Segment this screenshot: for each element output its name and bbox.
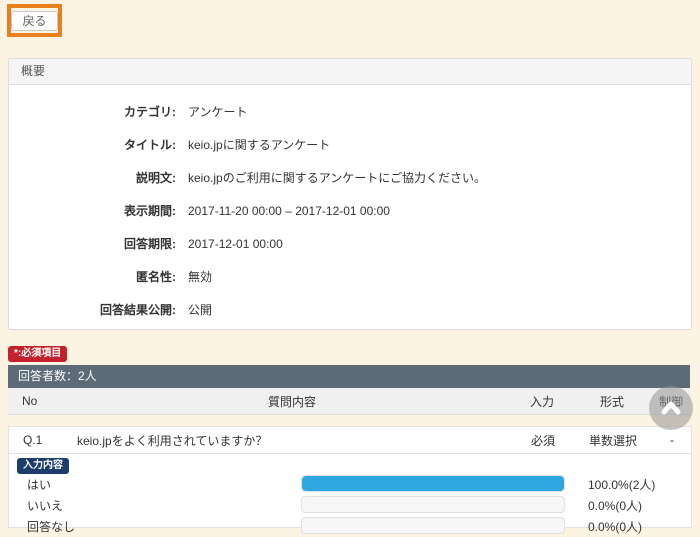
option-percent: 0.0%(0人): [588, 497, 642, 514]
result-bar-track: [301, 496, 565, 513]
overview-field-category: カテゴリ: アンケート: [9, 95, 691, 128]
result-bar-fill: [302, 476, 564, 491]
field-value: keio.jpのご利用に関するアンケートにご協力ください。: [188, 169, 486, 186]
question-text: keio.jpをよく利用されていますか？: [73, 432, 513, 449]
option-percent: 100.0%(2人): [588, 476, 655, 493]
field-label: カテゴリ:: [9, 103, 176, 120]
option-label: いいえ: [27, 497, 63, 514]
question-number: Q.1: [9, 433, 73, 447]
field-value: 公開: [188, 301, 212, 318]
overview-field-anonymity: 匿名性: 無効: [9, 260, 691, 293]
question-input-type: 必須: [513, 432, 573, 449]
overview-field-display-period: 表示期間: 2017-11-20 00:00 – 2017-12-01 00:0…: [9, 194, 691, 227]
question-table-header: No 質問内容 入力 形式 制御: [8, 388, 690, 415]
overview-field-result-publication: 回答結果公開: 公開: [9, 293, 691, 326]
respondents-count-bar: 回答者数：2人: [8, 365, 690, 388]
field-value: keio.jpに関するアンケート: [188, 136, 330, 153]
field-value: 無効: [188, 268, 212, 285]
overview-field-title: タイトル: keio.jpに関するアンケート: [9, 128, 691, 161]
result-row-no: いいえ 0.0%(0人): [9, 496, 691, 512]
field-label: 説明文:: [9, 169, 176, 186]
field-label: 表示期間:: [9, 202, 176, 219]
question-row: Q.1 keio.jpをよく利用されていますか？ 必須 単数選択 -: [9, 427, 691, 454]
header-input: 入力: [512, 393, 572, 410]
overview-panel-title: 概要: [9, 59, 691, 85]
field-value: アンケート: [188, 103, 248, 120]
result-bar-track: [301, 475, 565, 492]
header-question-content: 質問内容: [72, 393, 512, 410]
field-label: 匿名性:: [9, 268, 176, 285]
option-label: はい: [27, 476, 51, 493]
field-value: 2017-11-20 00:00 – 2017-12-01 00:00: [188, 204, 390, 218]
field-value: 2017-12-01 00:00: [188, 237, 283, 251]
question-format: 単数選択: [573, 432, 653, 449]
result-row-no-answer: 回答なし 0.0%(0人): [9, 517, 691, 533]
option-label: 回答なし: [27, 518, 75, 535]
required-legend-badge: *:必須項目: [8, 346, 67, 362]
back-button[interactable]: 戻る: [11, 11, 57, 31]
option-percent: 0.0%(0人): [588, 518, 642, 535]
overview-panel-body: カテゴリ: アンケート タイトル: keio.jpに関するアンケート 説明文: …: [9, 85, 691, 326]
overview-field-deadline: 回答期限: 2017-12-01 00:00: [9, 227, 691, 260]
scroll-to-top-button[interactable]: [649, 386, 693, 430]
field-label: タイトル:: [9, 136, 176, 153]
field-label: 回答期限:: [9, 235, 176, 252]
input-content-badge: 入力内容: [17, 458, 69, 474]
survey-results-page: 戻る 概要 カテゴリ: アンケート タイトル: keio.jpに関するアンケート…: [0, 0, 700, 537]
overview-panel: 概要 カテゴリ: アンケート タイトル: keio.jpに関するアンケート 説明…: [8, 58, 692, 330]
question-control: -: [653, 433, 691, 447]
header-format: 形式: [572, 393, 652, 410]
field-label: 回答結果公開:: [9, 301, 176, 318]
chevron-up-icon: [658, 395, 684, 421]
overview-field-description: 説明文: keio.jpのご利用に関するアンケートにご協力ください。: [9, 161, 691, 194]
result-bar-track: [301, 517, 565, 534]
back-button-highlight: 戻る: [7, 4, 62, 37]
result-row-yes: はい 100.0%(2人): [9, 475, 691, 491]
header-no: No: [8, 394, 72, 408]
question-panel: Q.1 keio.jpをよく利用されていますか？ 必須 単数選択 - 入力内容 …: [8, 426, 692, 528]
